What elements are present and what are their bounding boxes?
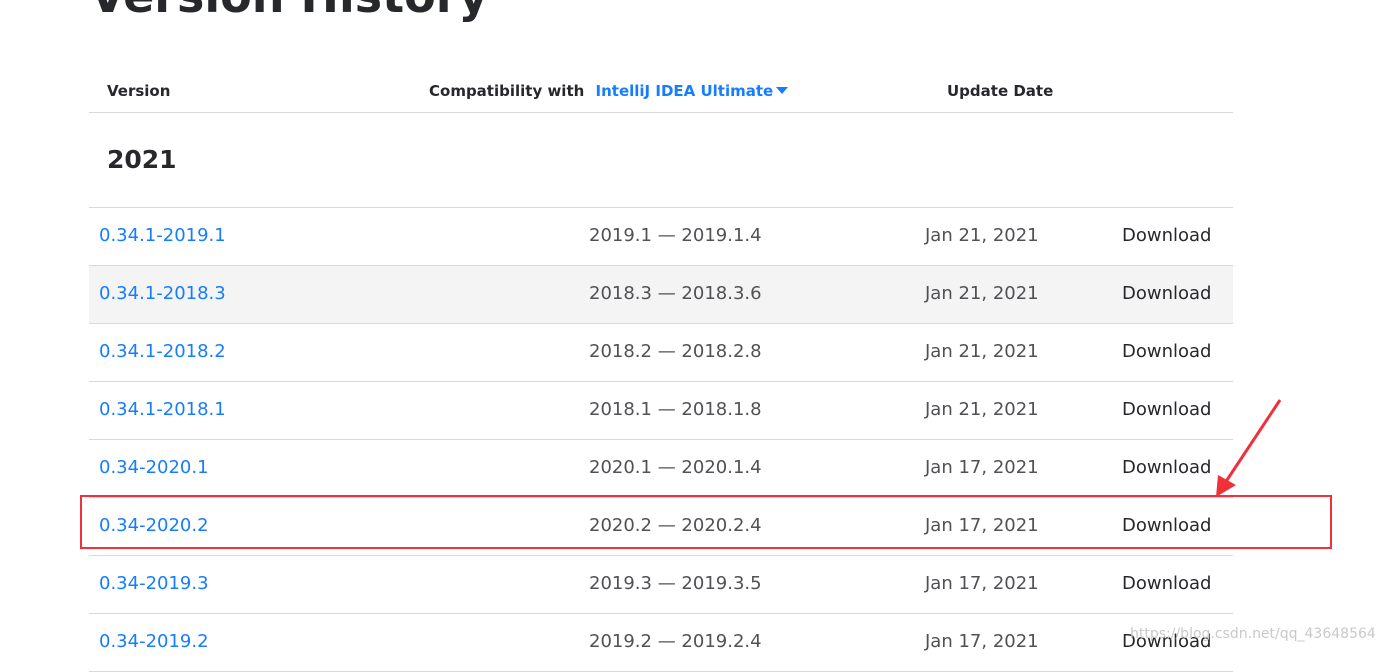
header-compatibility-label: Compatibility with xyxy=(429,82,585,100)
compatibility-range: 2019.3 — 2019.3.5 xyxy=(589,573,762,594)
update-date: Jan 21, 2021 xyxy=(925,283,1039,304)
caret-down-icon xyxy=(776,87,789,94)
download-link[interactable]: Download xyxy=(1122,225,1211,246)
table-row-highlighted: 0.34-2020.2 2020.2 — 2020.2.4 Jan 17, 20… xyxy=(89,498,1233,556)
version-link[interactable]: 0.34-2020.1 xyxy=(99,457,209,478)
header-update-date: Update Date xyxy=(947,82,1054,100)
table-row: 0.34-2020.1 2020.1 — 2020.1.4 Jan 17, 20… xyxy=(89,440,1233,498)
compatibility-range: 2019.1 — 2019.1.4 xyxy=(589,225,762,246)
table-row: 0.34.1-2018.3 2018.3 — 2018.3.6 Jan 21, … xyxy=(89,266,1233,324)
year-group-header: 2021 xyxy=(89,113,1233,208)
version-link[interactable]: 0.34.1-2019.1 xyxy=(99,225,226,246)
update-date: Jan 17, 2021 xyxy=(925,631,1039,652)
header-compatibility: Compatibility with IntelliJ IDEA Ultimat… xyxy=(429,82,789,100)
download-link[interactable]: Download xyxy=(1122,515,1211,536)
year-label: 2021 xyxy=(107,145,177,174)
compatibility-range: 2018.3 — 2018.3.6 xyxy=(589,283,762,304)
header-version: Version xyxy=(107,82,171,100)
compatibility-range: 2019.2 — 2019.2.4 xyxy=(589,631,762,652)
download-link[interactable]: Download xyxy=(1122,341,1211,362)
compatibility-range: 2020.1 — 2020.1.4 xyxy=(589,457,762,478)
table-header: Version Compatibility with IntelliJ IDEA… xyxy=(89,70,1233,113)
version-link[interactable]: 0.34-2019.2 xyxy=(99,631,209,652)
version-history-table: Version Compatibility with IntelliJ IDEA… xyxy=(89,70,1233,672)
table-row: 0.34.1-2019.1 2019.1 — 2019.1.4 Jan 21, … xyxy=(89,208,1233,266)
version-link[interactable]: 0.34.1-2018.2 xyxy=(99,341,226,362)
compatibility-range: 2020.2 — 2020.2.4 xyxy=(589,515,762,536)
download-link[interactable]: Download xyxy=(1122,399,1211,420)
download-link[interactable]: Download xyxy=(1122,457,1211,478)
table-row: 0.34.1-2018.1 2018.1 — 2018.1.8 Jan 21, … xyxy=(89,382,1233,440)
version-link[interactable]: 0.34.1-2018.3 xyxy=(99,283,226,304)
version-link[interactable]: 0.34-2020.2 xyxy=(99,515,209,536)
version-link[interactable]: 0.34-2019.3 xyxy=(99,573,209,594)
compatibility-range: 2018.1 — 2018.1.8 xyxy=(589,399,762,420)
update-date: Jan 21, 2021 xyxy=(925,225,1039,246)
update-date: Jan 21, 2021 xyxy=(925,341,1039,362)
download-link[interactable]: Download xyxy=(1122,283,1211,304)
update-date: Jan 17, 2021 xyxy=(925,515,1039,536)
update-date: Jan 21, 2021 xyxy=(925,399,1039,420)
product-select-label: IntelliJ IDEA Ultimate xyxy=(595,82,774,100)
compatibility-range: 2018.2 — 2018.2.8 xyxy=(589,341,762,362)
page-title: Version History xyxy=(90,0,488,22)
version-link[interactable]: 0.34.1-2018.1 xyxy=(99,399,226,420)
product-select[interactable]: IntelliJ IDEA Ultimate xyxy=(596,82,789,100)
table-row: 0.34-2019.2 2019.2 — 2019.2.4 Jan 17, 20… xyxy=(89,614,1233,672)
download-link[interactable]: Download xyxy=(1122,573,1211,594)
watermark: https://blog.csdn.net/qq_43648564 xyxy=(1130,626,1376,642)
table-row: 0.34.1-2018.2 2018.2 — 2018.2.8 Jan 21, … xyxy=(89,324,1233,382)
update-date: Jan 17, 2021 xyxy=(925,573,1039,594)
table-row: 0.34-2019.3 2019.3 — 2019.3.5 Jan 17, 20… xyxy=(89,556,1233,614)
update-date: Jan 17, 2021 xyxy=(925,457,1039,478)
